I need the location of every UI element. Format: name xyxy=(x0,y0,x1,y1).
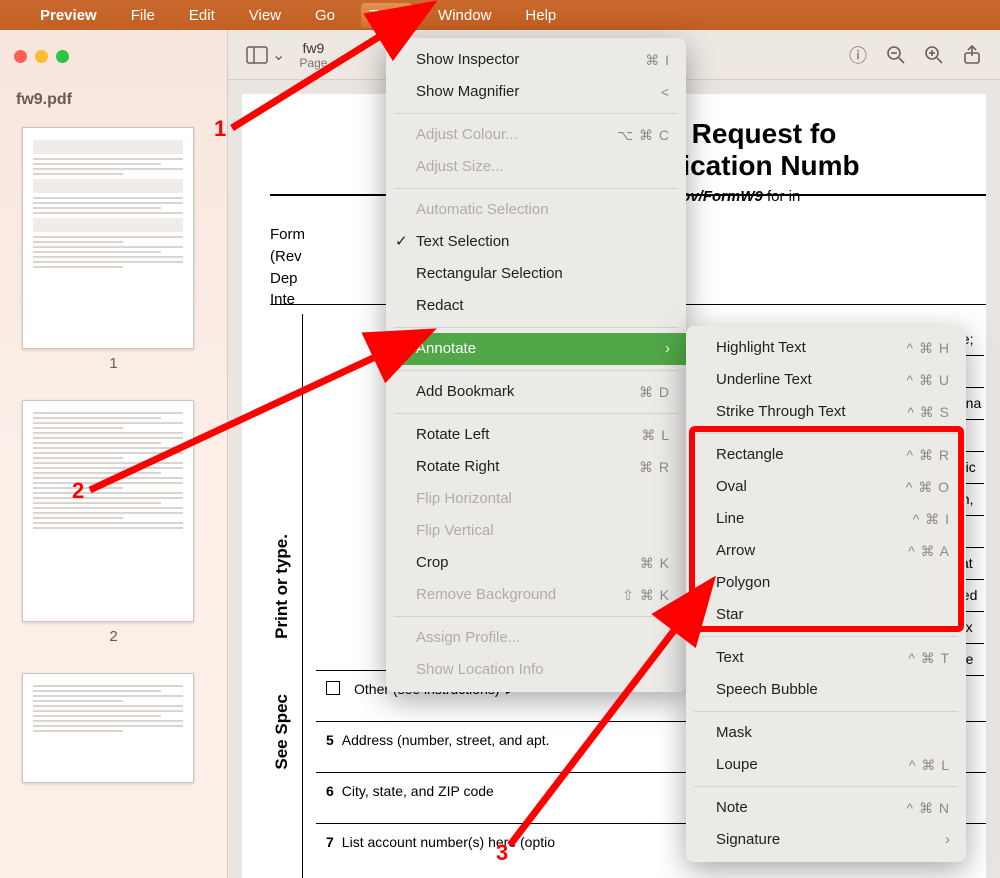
submenu-strike-through[interactable]: Strike Through Text^ ⌘ S xyxy=(686,396,966,428)
checkbox-icon[interactable] xyxy=(326,681,340,695)
menu-text-selection[interactable]: ✓Text Selection xyxy=(386,226,686,258)
row-number: 7 xyxy=(326,834,334,850)
menu-annotate[interactable]: Annotate› xyxy=(386,333,686,365)
menu-flip-horizontal: Flip Horizontal xyxy=(386,483,686,515)
title-line-1: fw9 xyxy=(299,40,327,56)
menubar-window[interactable]: Window xyxy=(430,3,499,28)
menu-rotate-left[interactable]: Rotate Left⌘ L xyxy=(386,419,686,451)
row-number: 6 xyxy=(326,783,334,799)
row-number: 5 xyxy=(326,732,334,748)
menu-remove-background: Remove Background⇧ ⌘ K xyxy=(386,579,686,611)
menu-adjust-colour: Adjust Colour...⌥ ⌘ C xyxy=(386,119,686,151)
submenu-note[interactable]: Note^ ⌘ N xyxy=(686,792,966,824)
see-spec-label: See Spec xyxy=(272,694,292,770)
annotate-submenu: Highlight Text^ ⌘ H Underline Text^ ⌘ U … xyxy=(686,326,966,862)
submenu-highlight-text[interactable]: Highlight Text^ ⌘ H xyxy=(686,332,966,364)
submenu-mask[interactable]: Mask xyxy=(686,717,966,749)
row-text: Address (number, street, and apt. xyxy=(342,732,550,748)
form-label: Form xyxy=(270,224,305,246)
chevron-right-icon: › xyxy=(945,828,950,852)
menu-show-inspector[interactable]: Show Inspector⌘ I xyxy=(386,44,686,76)
menu-rotate-right[interactable]: Rotate Right⌘ R xyxy=(386,451,686,483)
tools-menu: Show Inspector⌘ I Show Magnifier< Adjust… xyxy=(386,38,686,692)
document-title: fw9 Page xyxy=(299,40,327,70)
page-number-label: 1 xyxy=(22,355,205,372)
submenu-speech-bubble[interactable]: Speech Bubble xyxy=(686,674,966,706)
step-badge-3: 3 xyxy=(496,840,508,866)
info-icon[interactable]: ⓘ xyxy=(848,45,868,65)
menubar-tools[interactable]: Tools xyxy=(361,3,412,28)
submenu-loupe[interactable]: Loupe^ ⌘ L xyxy=(686,749,966,781)
goto-suffix: for in xyxy=(763,188,801,205)
submenu-rectangle[interactable]: Rectangle^ ⌘ R xyxy=(686,439,966,471)
chevron-down-icon: ⌄ xyxy=(272,45,285,65)
submenu-underline-text[interactable]: Underline Text^ ⌘ U xyxy=(686,364,966,396)
step-badge-1: 1 xyxy=(214,116,226,142)
view-mode-button[interactable]: ⌄ xyxy=(246,45,285,65)
menubar-view[interactable]: View xyxy=(241,3,289,28)
share-icon[interactable] xyxy=(962,45,982,65)
rev-label: (Rev xyxy=(270,246,305,268)
menu-show-magnifier[interactable]: Show Magnifier< xyxy=(386,76,686,108)
document-filename: fw9.pdf xyxy=(0,75,227,119)
print-or-type-label: Print or type. xyxy=(272,534,292,639)
row-text: City, state, and ZIP code xyxy=(342,783,494,799)
menu-automatic-selection: Automatic Selection xyxy=(386,194,686,226)
submenu-star[interactable]: Star xyxy=(686,599,966,631)
menubar-preview[interactable]: Preview xyxy=(32,3,105,28)
menu-add-bookmark[interactable]: Add Bookmark⌘ D xyxy=(386,376,686,408)
menu-show-location: Show Location Info xyxy=(386,654,686,686)
chevron-right-icon: › xyxy=(665,337,670,361)
title-line-2: Page xyxy=(299,56,327,70)
menu-assign-profile: Assign Profile... xyxy=(386,622,686,654)
dep-label: Dep xyxy=(270,268,305,290)
inte-label: Inte xyxy=(270,289,305,311)
menu-crop[interactable]: Crop⌘ K xyxy=(386,547,686,579)
sidebar: fw9.pdf 1 2 xyxy=(0,30,228,878)
row-text: List account number(s) here (optio xyxy=(342,834,555,850)
menubar-edit[interactable]: Edit xyxy=(181,3,223,28)
zoom-out-icon[interactable] xyxy=(886,45,906,65)
traffic-lights xyxy=(0,46,227,75)
submenu-polygon[interactable]: Polygon xyxy=(686,567,966,599)
checkmark-icon: ✓ xyxy=(395,230,408,254)
page-thumbnail-1[interactable] xyxy=(22,127,194,349)
menubar-help[interactable]: Help xyxy=(517,3,564,28)
submenu-signature[interactable]: Signature› xyxy=(686,824,966,856)
submenu-arrow[interactable]: Arrow^ ⌘ A xyxy=(686,535,966,567)
submenu-oval[interactable]: Oval^ ⌘ O xyxy=(686,471,966,503)
menu-rectangular-selection[interactable]: Rectangular Selection xyxy=(386,258,686,290)
menu-redact[interactable]: Redact xyxy=(386,290,686,322)
menu-adjust-size: Adjust Size... xyxy=(386,151,686,183)
page-number-label: 2 xyxy=(22,628,205,645)
submenu-text[interactable]: Text^ ⌘ T xyxy=(686,642,966,674)
page-thumbnail-3[interactable] xyxy=(22,673,194,783)
menu-flip-vertical: Flip Vertical xyxy=(386,515,686,547)
zoom-in-icon[interactable] xyxy=(924,45,944,65)
doc-left-block: Form (Rev Dep Inte xyxy=(270,224,305,311)
close-window-icon[interactable] xyxy=(14,50,27,63)
menubar-file[interactable]: File xyxy=(123,3,163,28)
step-badge-2: 2 xyxy=(72,478,84,504)
submenu-line[interactable]: Line^ ⌘ I xyxy=(686,503,966,535)
menubar: Preview File Edit View Go Tools Window H… xyxy=(0,0,1000,30)
fullscreen-window-icon[interactable] xyxy=(56,50,69,63)
minimize-window-icon[interactable] xyxy=(35,50,48,63)
menubar-go[interactable]: Go xyxy=(307,3,343,28)
page-thumbnail-2[interactable] xyxy=(22,400,194,622)
